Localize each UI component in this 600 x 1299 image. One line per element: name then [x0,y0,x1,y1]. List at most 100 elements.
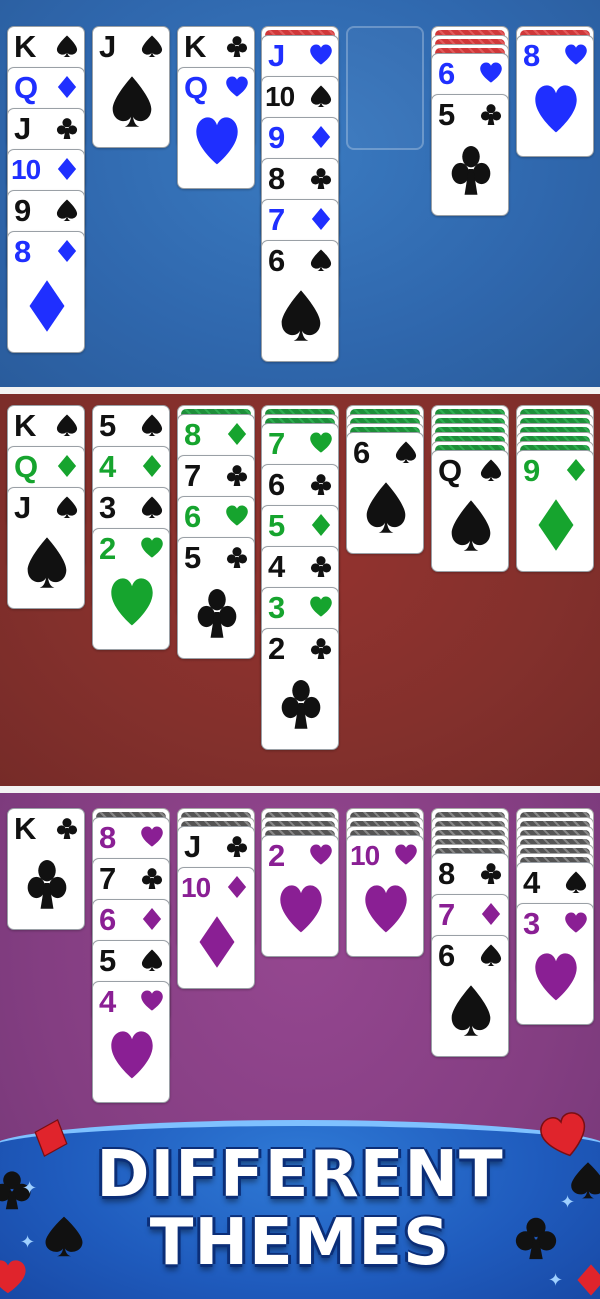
card-rank: 6 [438,56,455,91]
card-rank: J [99,29,116,64]
club-icon [278,675,324,731]
playing-card[interactable]: 10 [346,835,424,957]
club-icon [309,472,333,496]
playing-card[interactable]: 2 [261,835,339,957]
club-icon [225,34,249,58]
playing-card[interactable]: 2 [261,628,339,750]
card-rank: Q [14,449,38,484]
playing-card[interactable]: 4 [92,981,170,1103]
playing-card[interactable]: 3 [516,903,594,1025]
diamond-icon [309,513,333,537]
playing-card[interactable]: 6 [346,432,424,554]
heart-icon [533,82,579,138]
card-rank: 3 [99,490,116,525]
playing-card[interactable]: 2 [92,528,170,650]
card-rank: 5 [268,508,285,543]
club-icon [479,102,503,126]
empty-column-slot[interactable] [346,26,424,150]
card-rank: 5 [99,943,116,978]
card-rank: 5 [438,97,455,132]
spade-icon [564,870,588,894]
card-rank: 6 [184,499,201,534]
club-icon [225,463,249,487]
card-rank: 9 [268,120,285,155]
club-icon [55,116,79,140]
heart-icon [109,575,155,631]
spade-icon [140,948,164,972]
heart-icon [309,595,333,619]
spade-icon [448,982,494,1038]
theme-blue-board: K Q J 10 9 8 J K Q J 10 9 8 7 6 6 5 8 [0,0,600,387]
card-rank: 8 [99,820,116,855]
playing-card[interactable]: 5 [431,94,509,216]
card-rank: 8 [523,38,540,73]
heart-icon [109,1028,155,1084]
spade-icon [55,413,79,437]
card-rank: 10 [11,154,41,185]
card-rank: 5 [184,540,201,575]
spade-icon [109,73,155,129]
card-rank: 8 [438,856,455,891]
spade-icon [278,287,324,343]
card-rank: 4 [523,865,540,900]
playing-card[interactable]: J [92,26,170,148]
playing-card[interactable]: 6 [261,240,339,362]
card-rank: 6 [438,938,455,973]
playing-card[interactable]: 8 [516,35,594,157]
card-rank: 2 [268,631,285,666]
diamond-icon [140,907,164,931]
heart-icon [140,989,164,1013]
spade-icon [55,34,79,58]
heart-icon [533,950,579,1006]
playing-card[interactable]: 5 [177,537,255,659]
card-rank: 8 [184,417,201,452]
card-rank: Q [438,453,462,488]
spade-icon [394,440,418,464]
heart-icon [225,75,249,99]
theme-red-board: KQJ543287657654326Q9 [0,394,600,786]
spade-icon [479,943,503,967]
heart-icon [363,882,409,938]
diamond-icon [194,914,240,970]
spade-icon [448,497,494,553]
spade-icon [479,458,503,482]
spade-icon [140,34,164,58]
banner-title-line1: DIFFERENT [96,1138,504,1212]
diamond-icon [225,875,249,899]
heart-icon [140,825,164,849]
card-rank: 5 [99,408,116,443]
card-rank: 4 [99,984,116,1019]
heart-icon [394,843,418,867]
promo-banner: ✦ ✦ ✦ ✦ DIFFERENT THEMES [0,1112,600,1299]
card-rank: J [14,111,31,146]
diamond-icon [140,454,164,478]
card-rank: Q [14,70,38,105]
club-icon [309,554,333,578]
card-rank: J [268,38,285,73]
diamond-icon [225,422,249,446]
card-rank: 10 [181,872,211,903]
playing-card[interactable]: Q [177,67,255,189]
card-rank: 6 [268,243,285,278]
banner-title-line2: THEMES [149,1206,451,1280]
spade-icon [55,198,79,222]
card-rank: 8 [268,161,285,196]
heart-icon [225,504,249,528]
club-icon [225,545,249,569]
spade-icon [309,248,333,272]
card-rank: 4 [99,449,116,484]
diamond-icon [309,125,333,149]
playing-card[interactable]: 8 [7,231,85,353]
card-rank: 9 [14,193,31,228]
card-rank: 6 [268,467,285,502]
heart-icon [309,843,333,867]
playing-card[interactable]: K [7,808,85,930]
playing-card[interactable]: 6 [431,935,509,1057]
card-rank: K [14,811,36,846]
playing-card[interactable]: 10 [177,867,255,989]
playing-card[interactable]: 9 [516,450,594,572]
heart-icon [309,43,333,67]
playing-card[interactable]: J [7,487,85,609]
heart-icon [564,911,588,935]
playing-card[interactable]: Q [431,450,509,572]
